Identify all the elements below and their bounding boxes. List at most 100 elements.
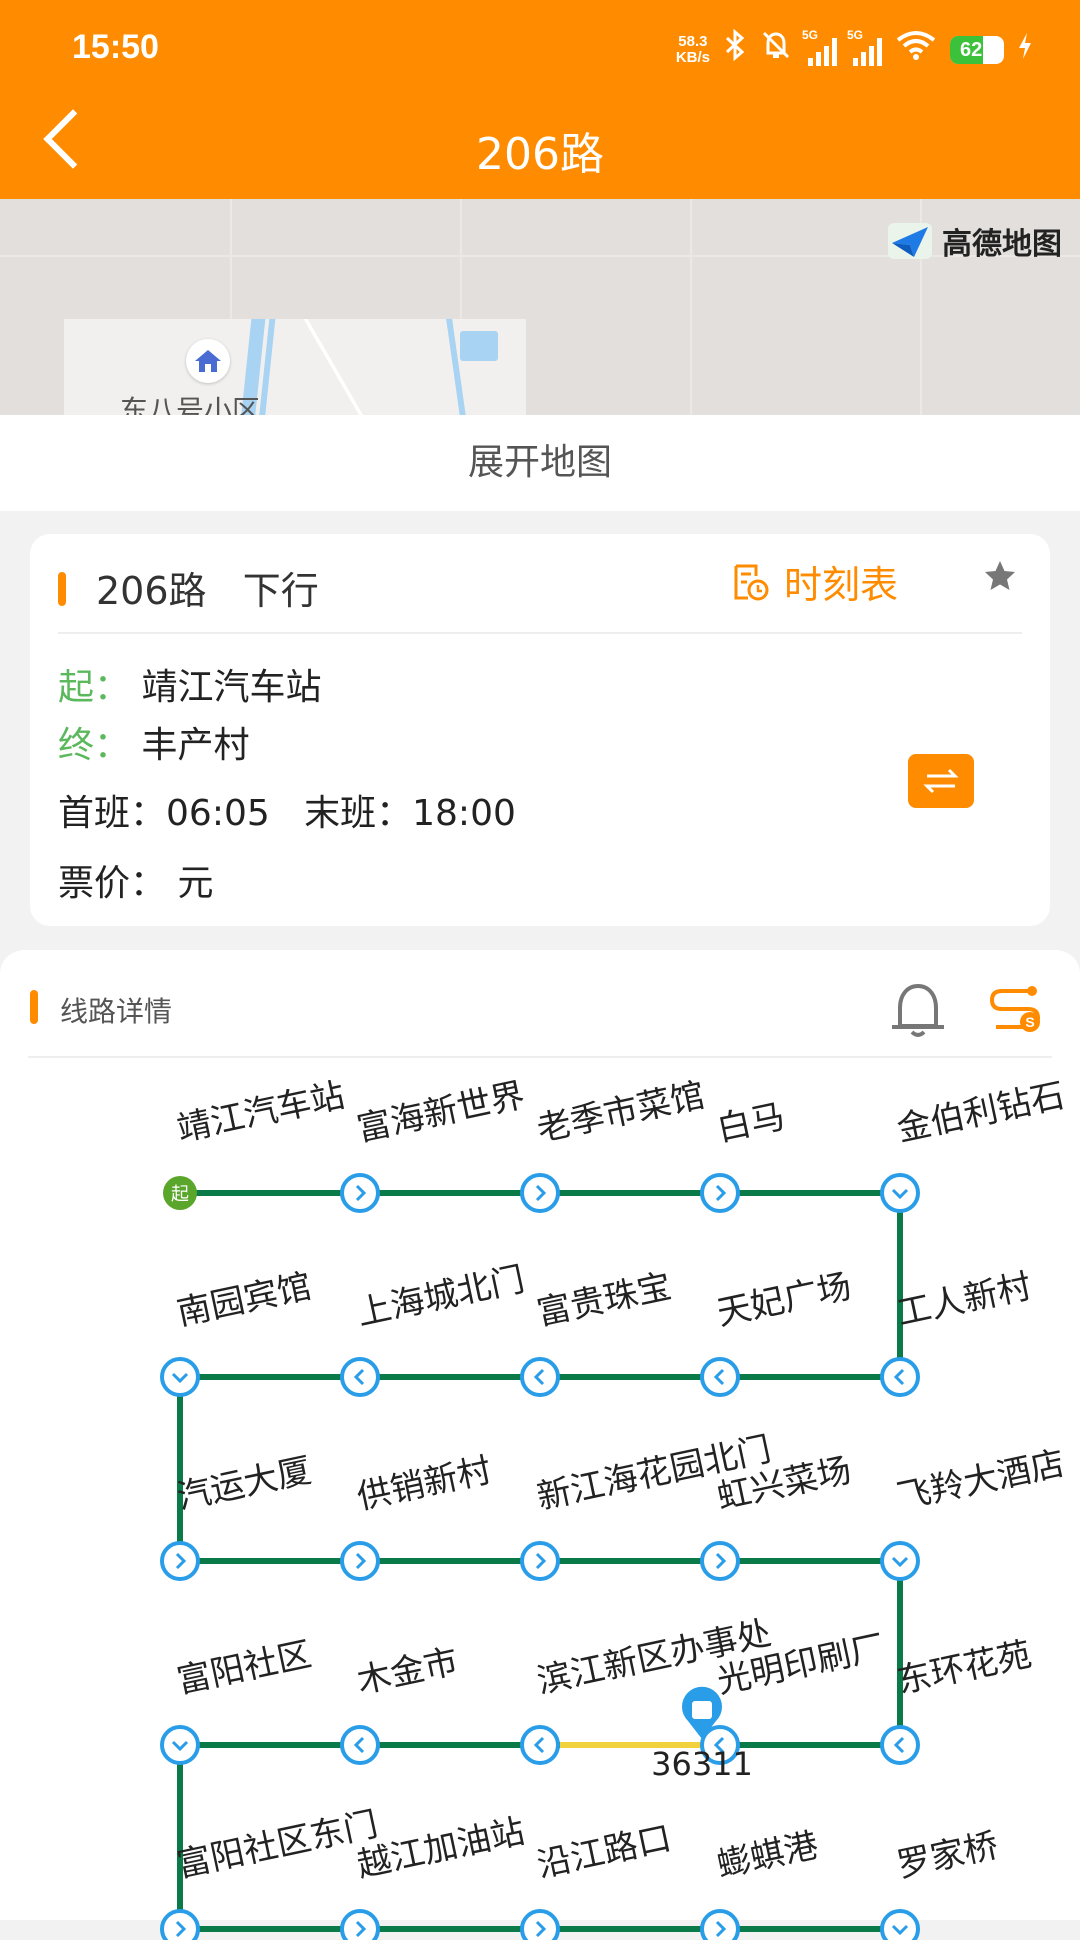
- station-marker: [160, 1541, 200, 1581]
- station-marker: [520, 1357, 560, 1397]
- line-title: 206路 下行: [96, 560, 319, 615]
- end-label: 终：: [58, 725, 131, 766]
- station-label: 富贵珠宝: [534, 1266, 675, 1333]
- station-label: 汽运大厦: [174, 1450, 315, 1517]
- station-label: 靖江汽车站: [174, 1080, 349, 1150]
- station-marker: [160, 1357, 200, 1397]
- bus-id-label: 36311: [651, 1745, 753, 1783]
- station-marker: [700, 1173, 740, 1213]
- amap-logo-text: 高德地图: [942, 227, 1062, 262]
- station-marker: [880, 1357, 920, 1397]
- station-marker: [700, 1357, 740, 1397]
- route-detail-panel: 线路详情 S 靖江汽车站起富海新世界 老季市菜馆 白马 金伯利钻石 南园宾馆 上海城北门富…: [0, 950, 1080, 1940]
- line-number: 206路: [96, 569, 207, 613]
- last-bus-time: 18:00: [412, 793, 516, 834]
- station-label: 白马: [714, 1097, 789, 1150]
- station-label: 南园宾馆: [174, 1266, 315, 1333]
- station-marker: [700, 1541, 740, 1581]
- station-marker: [340, 1725, 380, 1765]
- favorite-star-icon[interactable]: [982, 558, 1018, 603]
- station-marker: [160, 1725, 200, 1765]
- station-marker: [340, 1173, 380, 1213]
- station-label: 供销新村: [354, 1450, 495, 1517]
- wifi-icon: [896, 30, 936, 71]
- route-detail-title: 线路详情: [60, 995, 173, 1028]
- sim2-label: 5G: [847, 28, 864, 42]
- station-marker: [880, 1173, 920, 1213]
- expand-map-button[interactable]: 展开地图: [0, 415, 1080, 511]
- signal-icon: 5G: [847, 28, 882, 66]
- station-label: 富阳社区东门: [174, 1804, 382, 1886]
- first-bus-label: 首班：: [58, 793, 167, 834]
- status-time: 15:50: [72, 28, 159, 66]
- fare-value: 元: [177, 863, 214, 904]
- swap-icon: [923, 768, 959, 794]
- amap-logo-icon: [888, 223, 932, 259]
- net-speed: 58.3 KB/s: [676, 34, 710, 66]
- sim1-label: 5G: [802, 28, 819, 42]
- station-label: 东环花苑: [894, 1634, 1035, 1701]
- bell-icon[interactable]: [886, 980, 950, 1044]
- net-speed-value: 58.3: [678, 33, 708, 50]
- station-label: 天妃广场: [714, 1266, 855, 1333]
- end-station-row: 终： 丰产村: [58, 716, 249, 768]
- charging-icon: [1018, 30, 1032, 70]
- station-label: 老季市菜馆: [534, 1080, 709, 1150]
- start-badge: 起: [171, 1184, 189, 1205]
- route-switch-icon[interactable]: S: [988, 984, 1044, 1038]
- map-poi-label: 东八号小区: [120, 394, 261, 415]
- line-info-card: 206路 下行 时刻表 起： 靖江汽车站 终： 丰产村 首班：06:05 末班：…: [30, 534, 1050, 926]
- bus-icon: [692, 1701, 712, 1719]
- amap-logo: 高德地图: [886, 219, 1062, 263]
- map-tile: 东八号小区: [64, 319, 526, 415]
- station-label: 富海新世界: [354, 1080, 529, 1150]
- station-marker: [340, 1357, 380, 1397]
- station-label: 飞羚大酒店: [894, 1443, 1069, 1517]
- signal-icon: 5G: [802, 28, 837, 66]
- station-label: 上海城北门: [354, 1259, 529, 1333]
- last-bus-label: 末班：: [304, 793, 413, 834]
- app-header: 15:50 58.3 KB/s 5G 5G 62 206路: [0, 0, 1080, 199]
- station-marker: [520, 1541, 560, 1581]
- line-direction: 下行: [242, 569, 319, 613]
- station-marker: [880, 1541, 920, 1581]
- page-title: 206路: [476, 129, 604, 180]
- status-icons: 58.3 KB/s 5G 5G 62: [676, 28, 1032, 72]
- timetable-label: 时刻表: [784, 563, 899, 607]
- station-label: 工人新村: [894, 1266, 1035, 1333]
- station-label: 越江加油站: [354, 1811, 529, 1885]
- battery-icon: 62: [950, 36, 1004, 64]
- start-station: 靖江汽车站: [141, 667, 322, 708]
- map-preview[interactable]: 东八号小区 高德地图: [0, 199, 1080, 415]
- bluetooth-icon: [724, 28, 746, 72]
- mute-icon: [760, 29, 792, 72]
- timetable-icon: [734, 564, 769, 600]
- station-label: 蟛蜞港: [714, 1825, 822, 1885]
- home-icon: [186, 339, 230, 383]
- start-station-row: 起： 靖江汽车站: [58, 658, 321, 710]
- service-hours-row: 首班：06:05 末班：18:00: [58, 784, 516, 836]
- station-marker: [340, 1541, 380, 1581]
- title-accent-bar: [58, 572, 66, 606]
- station-label: 沿江路口: [534, 1818, 675, 1885]
- station-marker: [520, 1725, 560, 1765]
- station-label: 罗家桥: [894, 1825, 1002, 1885]
- route-map: 靖江汽车站起 富海新世界 老季市菜馆 白马 金伯利钻石南园宾馆 上海城北门 富贵珠宝 天妃广场…: [160, 1080, 1069, 1940]
- end-station: 丰产村: [141, 725, 250, 766]
- start-label: 起：: [58, 667, 131, 708]
- station-marker: [880, 1909, 920, 1940]
- station-marker: [520, 1173, 560, 1213]
- first-bus-time: 06:05: [166, 793, 270, 834]
- detail-accent-bar: [30, 990, 38, 1024]
- svg-text:S: S: [1025, 1014, 1034, 1030]
- station-label: 金伯利钻石: [894, 1080, 1069, 1150]
- swap-direction-button[interactable]: [908, 754, 974, 808]
- fare-label: 票价：: [58, 863, 167, 904]
- station-label: 木金市: [354, 1641, 462, 1701]
- net-speed-unit: KB/s: [675, 49, 710, 66]
- station-marker: [880, 1725, 920, 1765]
- fare-row: 票价： 元: [58, 854, 213, 906]
- battery-level: 62: [960, 39, 983, 61]
- timetable-button[interactable]: 时刻表: [730, 554, 898, 609]
- station-label: 富阳社区: [174, 1634, 315, 1701]
